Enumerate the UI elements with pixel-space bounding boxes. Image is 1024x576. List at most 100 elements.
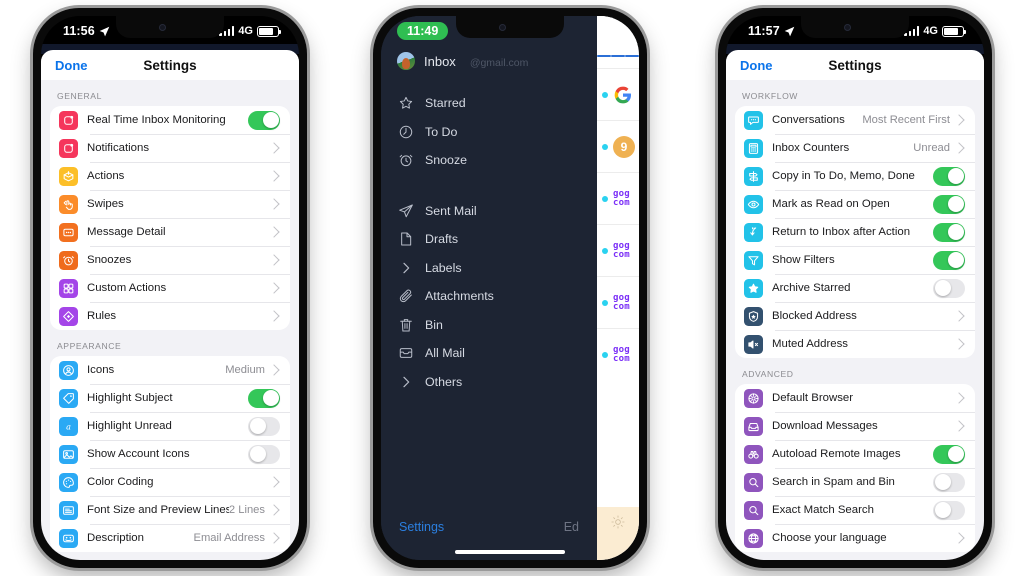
shield-star-icon <box>744 306 763 326</box>
mail-row[interactable] <box>597 68 639 120</box>
settings-row-real-time-inbox-monitoring[interactable]: Real Time Inbox Monitoring <box>50 106 290 134</box>
settings-row-return-to-inbox-after-action[interactable]: Return to Inbox after Action <box>735 218 975 246</box>
toggle-switch[interactable] <box>933 166 965 186</box>
phone-drawer: 9gogcomgogcomgogcomgogcom 11:49 4G <box>373 8 647 568</box>
edit-button[interactable]: Ed <box>564 520 579 534</box>
status-time-text: 11:57 <box>748 24 780 38</box>
unread-dot-icon <box>602 299 608 306</box>
settings-row-color-coding[interactable]: Color Coding <box>50 468 290 496</box>
done-button[interactable]: Done <box>55 58 88 73</box>
row-label: Archive Starred <box>772 282 851 294</box>
row-label: Blocked Address <box>772 310 857 322</box>
gog-com-icon: gog com <box>613 189 630 208</box>
drawer-item-sent-mail[interactable]: Sent Mail <box>381 197 597 226</box>
chevron-right-icon <box>268 364 280 376</box>
toggle-switch[interactable] <box>933 222 965 242</box>
speaker-mute-icon <box>744 334 763 354</box>
settings-row-message-detail[interactable]: Message Detail <box>50 218 290 246</box>
settings-row-custom-actions[interactable]: Custom Actions <box>50 274 290 302</box>
calculator-icon <box>744 138 763 158</box>
settings-row-swipes[interactable]: Swipes <box>50 190 290 218</box>
drawer-item-starred[interactable]: Starred <box>381 89 597 118</box>
brightness-bottom-bar[interactable] <box>597 507 639 560</box>
mail-row[interactable]: gog com <box>597 224 639 276</box>
row-label: Actions <box>87 170 125 182</box>
settings-row-rules[interactable]: Rules <box>50 302 290 330</box>
mail-row[interactable]: 9 <box>597 120 639 172</box>
settings-row-description[interactable]: Description Email Address <box>50 524 290 552</box>
drawer-item-attachments[interactable]: Attachments <box>381 282 597 311</box>
toggle-switch[interactable] <box>248 388 280 408</box>
drawer-items-bottom: Sent Mail Drafts Labels Attachments Bin All M… <box>381 197 597 397</box>
row-label: Show Filters <box>772 254 835 266</box>
phone-settings-workflow: 11:57 4G Done Settings WORKFLOW Conversat… <box>718 8 992 568</box>
settings-row-archive-starred[interactable]: Archive Starred <box>735 274 975 302</box>
hamburger-menu-icon[interactable] <box>597 44 639 68</box>
settings-row-conversations[interactable]: Conversations Most Recent First <box>735 106 975 134</box>
nav-bar-1: Done Settings <box>41 50 299 80</box>
toggle-switch[interactable] <box>248 416 280 436</box>
settings-row-copy-in-to-do-memo-done[interactable]: Copy in To Do, Memo, Done <box>735 162 975 190</box>
mail-list-strip[interactable]: 9 gog com gog com gog com gog com <box>597 16 639 560</box>
settings-row-highlight-subject[interactable]: Highlight Subject <box>50 384 290 412</box>
toggle-switch[interactable] <box>933 500 965 520</box>
settings-row-actions[interactable]: Actions <box>50 162 290 190</box>
settings-row-font-size-and-preview-lines[interactable]: Font Size and Preview Lines 2 Lines <box>50 496 290 524</box>
settings-row-search-in-spam-and-bin[interactable]: Search in Spam and Bin <box>735 468 975 496</box>
chevron-right-icon <box>268 476 280 488</box>
drawer-item-bin[interactable]: Bin <box>381 311 597 340</box>
toggle-switch[interactable] <box>933 444 965 464</box>
toggle-switch[interactable] <box>933 250 965 270</box>
mail-row[interactable]: gog com <box>597 172 639 224</box>
settings-row-snoozes[interactable]: Snoozes <box>50 246 290 274</box>
settings-group: Icons Medium Highlight Subject a Highlight U… <box>50 356 290 552</box>
toggle-switch[interactable] <box>248 110 280 130</box>
preview-lines-icon <box>59 500 78 520</box>
drawer-item-others[interactable]: Others <box>381 368 597 397</box>
account-email: @gmail.com <box>469 57 529 69</box>
settings-row-download-messages[interactable]: Download Messages <box>735 412 975 440</box>
settings-row-autoload-remote-images[interactable]: Autoload Remote Images <box>735 440 975 468</box>
settings-row-mark-as-read-on-open[interactable]: Mark as Read on Open <box>735 190 975 218</box>
magnifier-icon <box>744 500 763 520</box>
toggle-switch[interactable] <box>933 278 965 298</box>
drawer-item-all-mail[interactable]: All Mail <box>381 339 597 368</box>
section-header: ADVANCED <box>742 369 794 379</box>
drawer-item-label: Others <box>425 374 463 389</box>
toggle-switch[interactable] <box>248 444 280 464</box>
done-button[interactable]: Done <box>740 58 773 73</box>
settings-row-show-account-icons[interactable]: Show Account Icons <box>50 440 290 468</box>
settings-row-notifications[interactable]: Notifications <box>50 134 290 162</box>
drawer-item-labels[interactable]: Labels <box>381 254 597 283</box>
settings-row-highlight-unread[interactable]: a Highlight Unread <box>50 412 290 440</box>
section-header: GENERAL <box>57 91 102 101</box>
settings-row-choose-your-language[interactable]: Choose your language <box>735 524 975 552</box>
row-label: Choose your language <box>772 532 887 544</box>
phone1-screen: 11:56 4G Done Settings GENERAL Real Time … <box>41 16 299 560</box>
funnel-icon <box>744 250 763 270</box>
settings-row-default-browser[interactable]: Default Browser <box>735 384 975 412</box>
settings-button[interactable]: Settings <box>399 520 444 534</box>
toggle-switch[interactable] <box>933 194 965 214</box>
row-value: Medium <box>225 364 265 376</box>
drawer-item-snooze[interactable]: Snooze <box>381 146 597 175</box>
settings-row-exact-match-search[interactable]: Exact Match Search <box>735 496 975 524</box>
settings-row-show-filters[interactable]: Show Filters <box>735 246 975 274</box>
unread-dot-icon <box>602 351 608 358</box>
row-value: 2 Lines <box>228 504 265 516</box>
settings-sheet-3: Done Settings WORKFLOW Conversations Most … <box>726 50 984 560</box>
row-label: Snoozes <box>87 254 132 266</box>
chevron-right-icon <box>953 392 965 404</box>
notch <box>116 16 224 38</box>
settings-row-muted-address[interactable]: Muted Address <box>735 330 975 358</box>
drawer-item-drafts[interactable]: Drafts <box>381 225 597 254</box>
drawer-item-to-do[interactable]: To Do <box>381 118 597 147</box>
google-g-icon <box>614 86 631 103</box>
settings-row-inbox-counters[interactable]: Inbox Counters Unread <box>735 134 975 162</box>
settings-row-blocked-address[interactable]: Blocked Address <box>735 302 975 330</box>
toggle-switch[interactable] <box>933 472 965 492</box>
mail-row[interactable]: gog com <box>597 328 639 380</box>
mail-row[interactable]: gog com <box>597 276 639 328</box>
settings-row-icons[interactable]: Icons Medium <box>50 356 290 384</box>
mail-rows: 9 gog com gog com gog com gog com <box>597 68 639 380</box>
